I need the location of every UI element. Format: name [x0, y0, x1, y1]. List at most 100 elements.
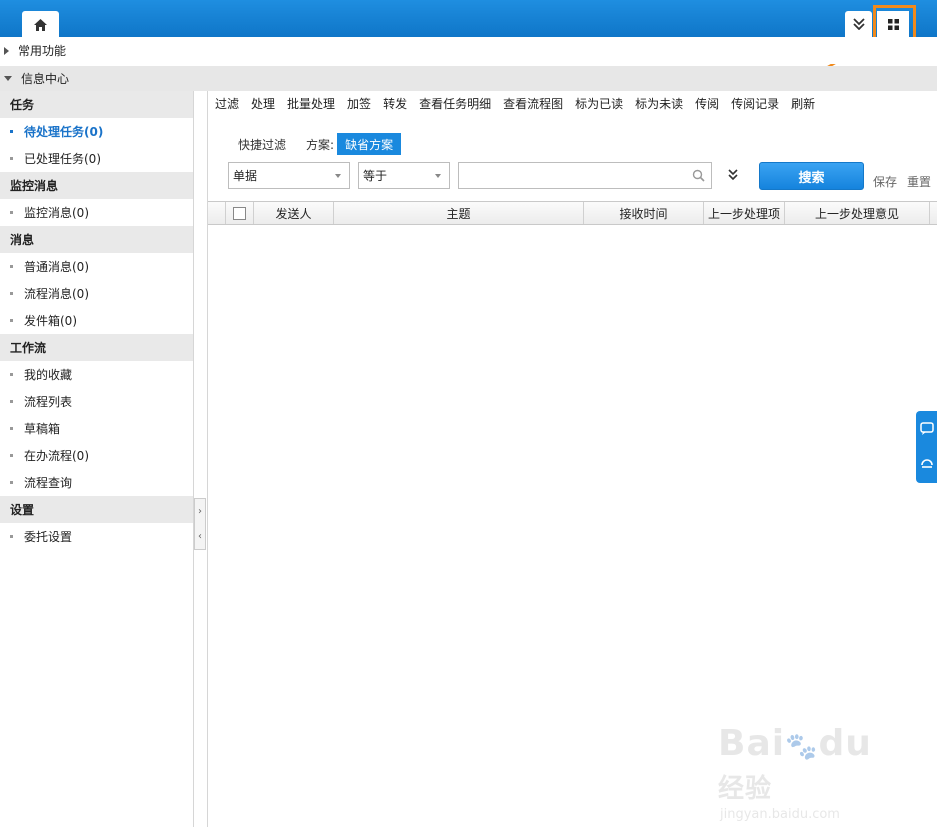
sidebar-item-drafts[interactable]: 草稿箱 — [0, 415, 193, 442]
bullet-icon — [10, 373, 13, 376]
search-input[interactable] — [458, 162, 712, 189]
section-info-center[interactable]: 信息中心 — [0, 66, 937, 91]
quick-filter-label[interactable]: 快捷过滤 — [238, 136, 286, 153]
operator-select[interactable]: 等于 — [358, 162, 450, 189]
column-sender[interactable]: 发送人 — [254, 202, 334, 224]
bullet-icon — [10, 130, 13, 133]
baidu-jingyan-watermark: Bai🐾du 经验 jingyan.baidu.com — [718, 723, 888, 822]
top-bar — [0, 0, 937, 38]
toolbar-batch-process[interactable]: 批量处理 — [287, 95, 335, 112]
sidebar-item-process-list[interactable]: 流程列表 — [0, 388, 193, 415]
sidebar-item-label: 在办流程(0) — [24, 449, 89, 463]
toolbar-add-sign[interactable]: 加签 — [347, 95, 371, 112]
sidebar-item-label: 监控消息(0) — [24, 206, 89, 220]
search-icon — [692, 169, 705, 182]
watermark-logo: Bai🐾du 经验 — [718, 723, 888, 805]
bullet-icon — [10, 211, 13, 214]
section-label: 信息中心 — [21, 72, 70, 86]
sidebar-item-label: 流程列表 — [24, 395, 73, 409]
sidebar-item-label: 待处理任务(0) — [24, 125, 104, 139]
toolbar-filter[interactable]: 过滤 — [215, 95, 239, 112]
bullet-icon — [10, 157, 13, 160]
select-all-checkbox[interactable] — [233, 206, 246, 220]
column-prev-opinion[interactable]: 上一步处理意见 — [785, 202, 930, 224]
bullet-icon — [10, 481, 13, 484]
grid-row-number-header — [208, 202, 226, 224]
sidebar-group-monitor[interactable]: 监控消息 — [0, 172, 193, 199]
sidebar-group-tasks[interactable]: 任务 — [0, 91, 193, 118]
grid-header: 发送人 主题 接收时间 上一步处理项 上一步处理意见 — [208, 201, 937, 225]
sidebar-item-pending-tasks[interactable]: 待处理任务(0) — [0, 118, 193, 145]
reset-link[interactable]: 重置 — [907, 173, 931, 190]
bullet-icon — [10, 319, 13, 322]
sidebar-item-normal-messages[interactable]: 普通消息(0) — [0, 253, 193, 280]
sidebar-group-workflow[interactable]: 工作流 — [0, 334, 193, 361]
sidebar-item-process-query[interactable]: 流程查询 — [0, 469, 193, 496]
bullet-icon — [10, 535, 13, 538]
sidebar-item-label: 普通消息(0) — [24, 260, 89, 274]
expand-triangle-icon — [4, 46, 9, 55]
section-common-functions[interactable]: 常用功能 — [0, 37, 937, 64]
sidebar-item-outbox[interactable]: 发件箱(0) — [0, 307, 193, 334]
toolbar-circulate-log[interactable]: 传阅记录 — [731, 95, 779, 112]
toolbar-process[interactable]: 处理 — [251, 95, 275, 112]
sidebar-item-label: 我的收藏 — [24, 368, 73, 382]
quick-filter-row: 快捷过滤 方案: 缺省方案 — [238, 133, 402, 155]
toolbar-task-detail[interactable]: 查看任务明细 — [419, 95, 491, 112]
save-link[interactable]: 保存 — [873, 173, 897, 190]
sidebar-item-in-progress[interactable]: 在办流程(0) — [0, 442, 193, 469]
chat-icon[interactable] — [916, 411, 937, 447]
toolbar-circulate[interactable]: 传阅 — [695, 95, 719, 112]
sidebar-group-messages[interactable]: 消息 — [0, 226, 193, 253]
rotate-icon — [920, 459, 933, 468]
sidebar-group-settings[interactable]: 设置 — [0, 496, 193, 523]
chat-bubble-icon — [919, 422, 934, 435]
watermark-logo-cn: 经验 — [718, 773, 773, 804]
sidebar-item-processed-tasks[interactable]: 已处理任务(0) — [0, 145, 193, 172]
scheme-label: 方案: — [306, 137, 335, 152]
bullet-icon — [10, 265, 13, 268]
sidebar-item-delegation[interactable]: 委托设置 — [0, 523, 193, 550]
select-all-column[interactable] — [226, 202, 254, 224]
bullet-icon — [10, 454, 13, 457]
watermark-logo-du: du — [818, 723, 872, 764]
column-prev-step[interactable]: 上一步处理项 — [704, 202, 785, 224]
toolbar-refresh[interactable]: 刷新 — [791, 95, 815, 112]
sidebar-splitter[interactable]: › ‹ — [194, 498, 206, 550]
dropdown-caret-icon — [435, 174, 441, 178]
toolbar-forward[interactable]: 转发 — [383, 95, 407, 112]
field-select-value: 单据 — [233, 169, 258, 183]
double-chevron-down-icon — [852, 18, 865, 30]
bullet-icon — [10, 292, 13, 295]
search-button[interactable]: 搜索 — [759, 162, 864, 190]
collapse-tab[interactable] — [845, 11, 872, 37]
operator-select-value: 等于 — [363, 169, 388, 183]
dropdown-caret-icon — [335, 174, 341, 178]
bullet-icon — [10, 400, 13, 403]
sidebar-item-label: 流程消息(0) — [24, 287, 89, 301]
field-select[interactable]: 单据 — [228, 162, 350, 189]
column-received-time[interactable]: 接收时间 — [584, 202, 704, 224]
collapse-triangle-icon — [4, 76, 12, 81]
sidebar-item-monitor-messages[interactable]: 监控消息(0) — [0, 199, 193, 226]
chevron-right-icon[interactable]: › — [195, 499, 205, 524]
refresh-icon[interactable] — [916, 447, 937, 483]
floating-side-widget — [916, 411, 937, 483]
paw-icon: 🐾 — [785, 732, 819, 762]
toolbar-flow-chart[interactable]: 查看流程图 — [503, 95, 563, 112]
bullet-icon — [10, 427, 13, 430]
sidebar-item-flow-messages[interactable]: 流程消息(0) — [0, 280, 193, 307]
sidebar-item-label: 流程查询 — [24, 476, 73, 490]
toolbar-mark-read[interactable]: 标为已读 — [575, 95, 623, 112]
sidebar-item-label: 草稿箱 — [24, 422, 61, 436]
toolbar-mark-unread[interactable]: 标为未读 — [635, 95, 683, 112]
sidebar-item-favorites[interactable]: 我的收藏 — [0, 361, 193, 388]
double-chevron-down-icon[interactable] — [726, 167, 740, 183]
default-scheme-button[interactable]: 缺省方案 — [337, 133, 402, 155]
home-icon — [34, 18, 47, 31]
watermark-logo-bai: Bai — [718, 723, 786, 764]
chevron-left-icon[interactable]: ‹ — [195, 524, 205, 549]
column-subject[interactable]: 主题 — [334, 202, 584, 224]
action-toolbar: 过滤 处理 批量处理 加签 转发 查看任务明细 查看流程图 标为已读 标为未读 … — [208, 91, 937, 115]
home-tab[interactable] — [22, 11, 59, 38]
